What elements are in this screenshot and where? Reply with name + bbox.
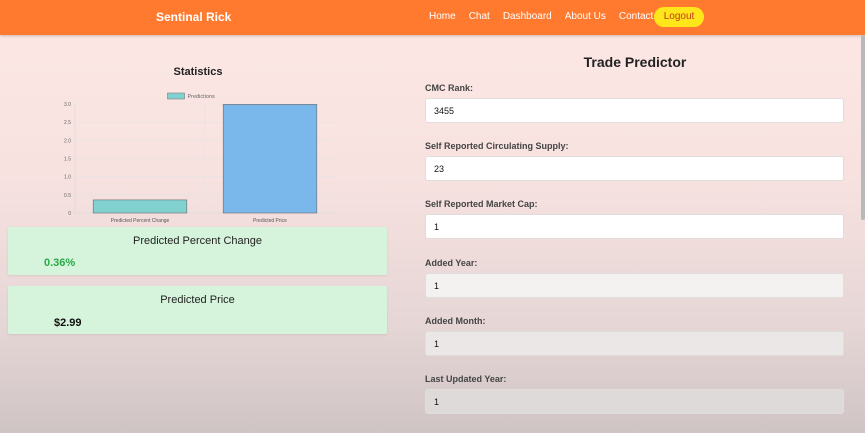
y-tick-label: 2.5 [64, 120, 71, 126]
nav-link-chat[interactable]: Chat [469, 11, 490, 22]
x-tick-label: Predicted Price [253, 218, 287, 224]
y-tick-label: 1.5 [64, 157, 71, 163]
cmc-rank-label: CMC Rank: [425, 83, 474, 93]
added-year-label: Added Year: [425, 258, 478, 268]
market-cap-label: Self Reported Market Cap: [425, 199, 538, 209]
logout-button[interactable]: Logout [654, 7, 704, 27]
scrollbar[interactable] [861, 35, 865, 220]
predictions-bar-chart: 0 0.5 1.0 1.5 2.0 2.5 3.0 Predicted Percent Cha… [64, 92, 335, 224]
y-tick-label: 0.5 [64, 193, 71, 199]
circulating-supply-label: Self Reported Circulating Supply: [425, 141, 569, 151]
navbar: Sentinal Rick Home Chat Dashboard About … [0, 0, 865, 35]
legend-swatch [167, 92, 185, 100]
predicted-price-value: $2.99 [54, 317, 82, 329]
y-tick-label: 0 [68, 211, 71, 217]
x-tick-label: Predicted Percent Change [111, 218, 170, 224]
brand-logo[interactable]: Sentinal Rick [156, 10, 231, 24]
last-updated-year-label: Last Updated Year: [425, 374, 507, 384]
statistics-title: Statistics [173, 66, 223, 78]
predicted-percent-card: Predicted Percent Change 0.36% [8, 227, 387, 275]
predicted-percent-title: Predicted Percent Change [132, 235, 263, 247]
nav-link-dashboard[interactable]: Dashboard [503, 11, 552, 22]
market-cap-input[interactable] [425, 214, 844, 239]
bar [222, 104, 318, 214]
cmc-rank-input[interactable] [425, 98, 844, 123]
y-tick-label: 2.0 [64, 138, 71, 144]
legend-label: Predictions [188, 94, 215, 100]
added-month-input[interactable] [425, 331, 844, 356]
predicted-percent-value: 0.36% [44, 257, 76, 269]
y-tick-label: 3.0 [64, 102, 71, 108]
bar [92, 199, 188, 214]
nav-link-about-us[interactable]: About Us [565, 11, 606, 22]
predicted-price-title: Predicted Price [160, 294, 235, 306]
circulating-supply-input[interactable] [425, 156, 844, 181]
last-updated-year-input[interactable] [425, 389, 844, 414]
predicted-price-card: Predicted Price $2.99 [8, 286, 387, 334]
y-tick-label: 1.0 [64, 175, 71, 181]
nav-link-contact[interactable]: Contact [619, 11, 653, 22]
nav-links: Home Chat Dashboard About Us Contact [429, 11, 666, 22]
trade-predictor-title: Trade Predictor [583, 54, 687, 70]
added-year-input[interactable] [425, 273, 844, 298]
nav-link-home[interactable]: Home [429, 11, 456, 22]
added-month-label: Added Month: [425, 316, 486, 326]
